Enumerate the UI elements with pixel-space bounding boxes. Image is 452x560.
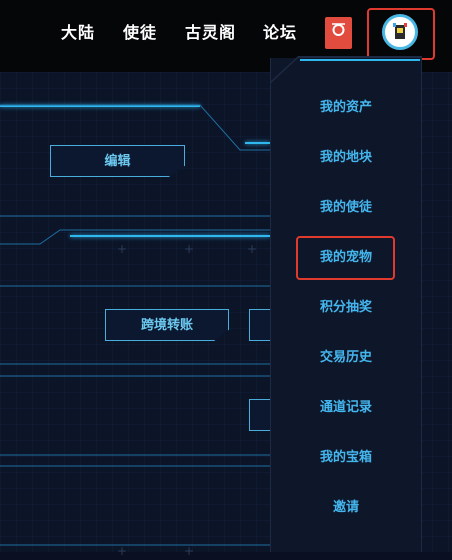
menu-invite[interactable]: 邀请 bbox=[271, 496, 421, 520]
cross-border-transfer-button[interactable]: 跨境转账 bbox=[105, 309, 229, 341]
grid-marker: + bbox=[184, 544, 195, 558]
menu-my-treasure-box[interactable]: 我的宝箱 bbox=[271, 446, 421, 470]
divider-line bbox=[70, 235, 270, 237]
menu-channel-records[interactable]: 通道记录 bbox=[271, 396, 421, 420]
edit-button[interactable]: 编辑 bbox=[50, 145, 185, 177]
grid-marker: + bbox=[247, 242, 258, 256]
nav-gringotts[interactable]: 古灵阁 bbox=[185, 21, 236, 45]
menu-highlight-box bbox=[296, 236, 395, 280]
menu-my-assets[interactable]: 我的资产 bbox=[271, 96, 421, 120]
divider-line bbox=[245, 142, 270, 144]
menu-my-apostles[interactable]: 我的使徒 bbox=[271, 196, 421, 220]
gift-card-icon[interactable] bbox=[325, 17, 352, 49]
grid-marker: + bbox=[184, 242, 195, 256]
menu-transaction-history[interactable]: 交易历史 bbox=[271, 346, 421, 370]
nav-forum[interactable]: 论坛 bbox=[263, 21, 297, 45]
menu-points-lottery[interactable]: 积分抽奖 bbox=[271, 296, 421, 320]
user-dropdown-menu: 我的资产 我的地块 我的使徒 我的宠物 积分抽奖 交易历史 通道记录 我的宝箱 … bbox=[270, 56, 422, 552]
nav-apostle[interactable]: 使徒 bbox=[123, 21, 157, 45]
dropdown-top-bevel bbox=[270, 56, 422, 84]
user-avatar-icon[interactable] bbox=[382, 14, 418, 50]
grid-marker: + bbox=[117, 544, 128, 558]
menu-my-land[interactable]: 我的地块 bbox=[271, 146, 421, 170]
grid-marker: + bbox=[117, 242, 128, 256]
nav-continent[interactable]: 大陆 bbox=[61, 21, 95, 45]
